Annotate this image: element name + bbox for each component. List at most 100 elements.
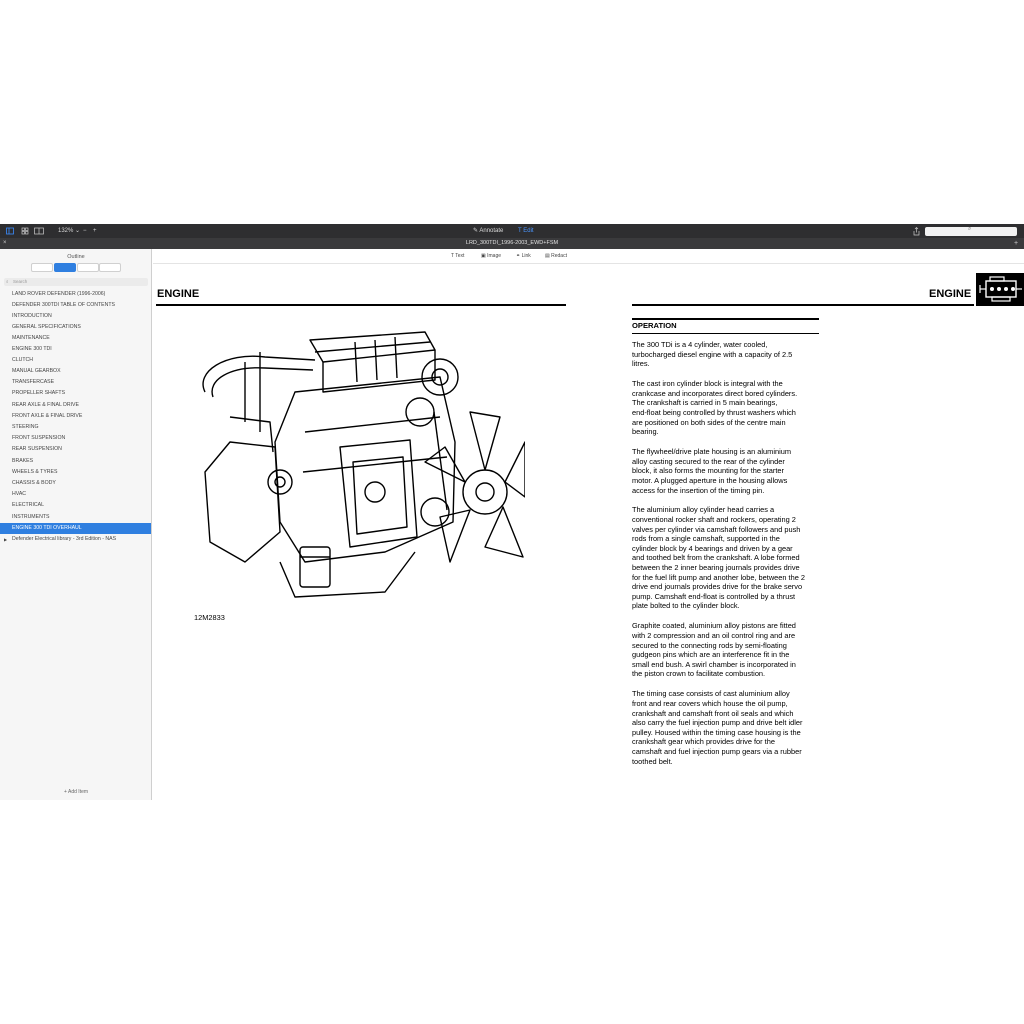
sidebar-item-label: INTRODUCTION [12,313,52,319]
sidebar-item-label: FRONT AXLE & FINAL DRIVE [12,413,83,419]
text-line: turbocharged diesel engine with a capaci… [632,349,793,359]
add-item-button[interactable]: + Add Item [0,789,152,795]
pencil-icon: ✎ [473,228,479,234]
sidebar-item[interactable]: REAR AXLE & FINAL DRIVE [0,400,151,411]
annotate-label: Annotate [479,228,504,234]
sidebar-item[interactable]: CLUTCH [0,355,151,366]
page-title-right: ENGINE [929,288,972,300]
engine-section-icon [976,273,1024,306]
text-line: crankcase and incorporates direct bored … [632,388,798,398]
sidebar-item[interactable]: WHEELS & TYRES [0,467,151,478]
toolbar: 132% ⌄ − + ✎ Annotate T Edit ⌕ [0,224,1024,238]
text-line: conventional rocker shaft and rockers, o… [632,515,796,525]
tab-thumbnails[interactable] [31,263,53,272]
text-line: crankshaft and camshaft front oil seals … [632,708,794,718]
text-line: camshaft and fuel injection pump gears v… [632,746,802,756]
text-line: plate bolted to the cylinder block. [632,601,740,611]
outline-sidebar: Outline ⌕ Search LAND ROVER DEFENDER (19… [0,249,152,800]
text-tool-label: Text [455,253,465,259]
text-line: The cast iron cylinder block is integral… [632,379,783,389]
sidebar-item[interactable]: LAND ROVER DEFENDER (1996-2006) [0,289,151,300]
sidebar-item[interactable]: FRONT AXLE & FINAL DRIVE [0,411,151,422]
link-tool-button[interactable]: ⚭ Link [516,249,531,263]
sidebar-toggle-icon[interactable] [6,224,14,238]
text-line: are positioned on both sides of the cent… [632,417,786,427]
sidebar-item[interactable]: ELECTRICAL [0,500,151,511]
paragraph: The 300 TDi is a 4 cylinder, water coole… [632,340,822,369]
text-line: alloy casting secured to the rear of the… [632,456,785,466]
sidebar-item[interactable]: STEERING [0,422,151,433]
outline-search-field[interactable]: ⌕ Search [4,278,148,286]
annotate-button[interactable]: ✎ Annotate [473,224,503,238]
sidebar-item[interactable]: TRANSFERCASE [0,377,151,388]
two-page-view-icon[interactable] [34,224,44,238]
sidebar-item-label: REAR AXLE & FINAL DRIVE [12,402,79,408]
sidebar-item-expandable[interactable]: ▶ Defender Electrical library - 3rd Edit… [0,534,151,545]
text-line: also carry the fuel injection pump and d… [632,718,803,728]
tab-outline[interactable] [54,263,76,272]
new-tab-button[interactable]: + [1014,238,1018,249]
text-line: for the fuel lift pump and another lobe,… [632,572,805,582]
sidebar-item-label: ELECTRICAL [12,502,44,508]
text-line: The flywheel/drive plate housing is an a… [632,447,791,457]
sidebar-item-label: CLUTCH [12,357,34,363]
edit-button[interactable]: T Edit [518,224,534,238]
zoom-in-button[interactable]: + [93,224,97,238]
sidebar-item-label: GENERAL SPECIFICATIONS [12,324,81,330]
outline-search-placeholder: Search [13,279,28,284]
sidebar-item-selected[interactable]: ENGINE 300 TDI OVERHAUL [0,523,151,534]
text-line: secured to the connecting rods by semi-f… [632,640,787,650]
text-line: rods from a single camshaft, supported i… [632,534,780,544]
text-line: drive end journals provides drive for th… [632,582,803,592]
figure-caption: 12M2833 [194,613,225,622]
sidebar-item[interactable]: INTRODUCTION [0,311,151,322]
text-line: block, it also forms the mounting for th… [632,466,784,476]
tab-bookmarks[interactable] [77,263,99,272]
thumbnail-grid-icon[interactable] [21,224,29,238]
sidebar-item[interactable]: INSTRUMENTS [0,512,151,523]
zoom-level-dropdown[interactable]: 132% ⌄ [58,224,80,238]
text-tool-button[interactable]: T Text [451,249,464,263]
redact-tool-label: Redact [551,253,567,259]
section-rule-bottom [632,333,819,335]
engine-illustration [202,331,525,598]
sidebar-item[interactable]: FRONT SUSPENSION [0,433,151,444]
text-line: small end bush. A swirl chamber is incor… [632,659,796,669]
text-line: front and rear covers which house the oi… [632,698,788,708]
image-tool-label: Image [487,253,502,259]
text-line: The 300 TDi is a 4 cylinder, water coole… [632,340,768,349]
share-icon[interactable] [913,224,920,238]
sidebar-item[interactable]: MANUAL GEARBOX [0,366,151,377]
redact-tool-button[interactable]: ▤ Redact [545,249,567,263]
header-rule-left [156,304,566,306]
paragraph: The cast iron cylinder block is integral… [632,379,822,437]
sidebar-item[interactable]: HVAC [0,489,151,500]
sidebar-item-label: TRANSFERCASE [12,379,55,385]
sidebar-item[interactable]: GENERAL SPECIFICATIONS [0,322,151,333]
sidebar-item[interactable]: PROPELLER SHAFTS [0,388,151,399]
image-tool-button[interactable]: ▣ Image [481,249,501,263]
sidebar-item-label: Defender Electrical library - 3rd Editio… [12,536,117,542]
chevron-down-icon: ⌄ [73,228,81,234]
sidebar-item-label: CHASSIS & BODY [12,480,56,486]
close-icon[interactable]: × [3,238,7,249]
zoom-out-button[interactable]: − [83,224,87,238]
sidebar-item[interactable]: REAR SUSPENSION [0,444,151,455]
text-line: valves per cylinder via camshaft followe… [632,524,801,534]
text-line: motor. A plugged aperture in the housing… [632,475,788,485]
text-line: The timing case consists of cast alumini… [632,689,790,699]
text-line: toothed belt. [632,756,673,766]
disclosure-triangle-icon[interactable]: ▶ [4,534,7,545]
tab-annotations[interactable] [99,263,121,272]
sidebar-item[interactable]: BRAKES [0,456,151,467]
sidebar-view-switcher [31,263,121,272]
search-input[interactable]: ⌕ [925,226,1017,236]
sidebar-item[interactable]: ENGINE 300 TDI [0,344,151,355]
sidebar-item-label: STEERING [12,424,39,430]
sidebar-item[interactable]: MAINTENANCE [0,333,151,344]
sidebar-item[interactable]: DEFENDER 300TDI TABLE OF CONTENTS [0,300,151,311]
sidebar-item-label: MAINTENANCE [12,335,50,341]
sidebar-item[interactable]: CHASSIS & BODY [0,478,151,489]
link-tool-label: Link [521,253,531,259]
paragraph: Graphite coated, aluminium alloy pistons… [632,621,822,679]
